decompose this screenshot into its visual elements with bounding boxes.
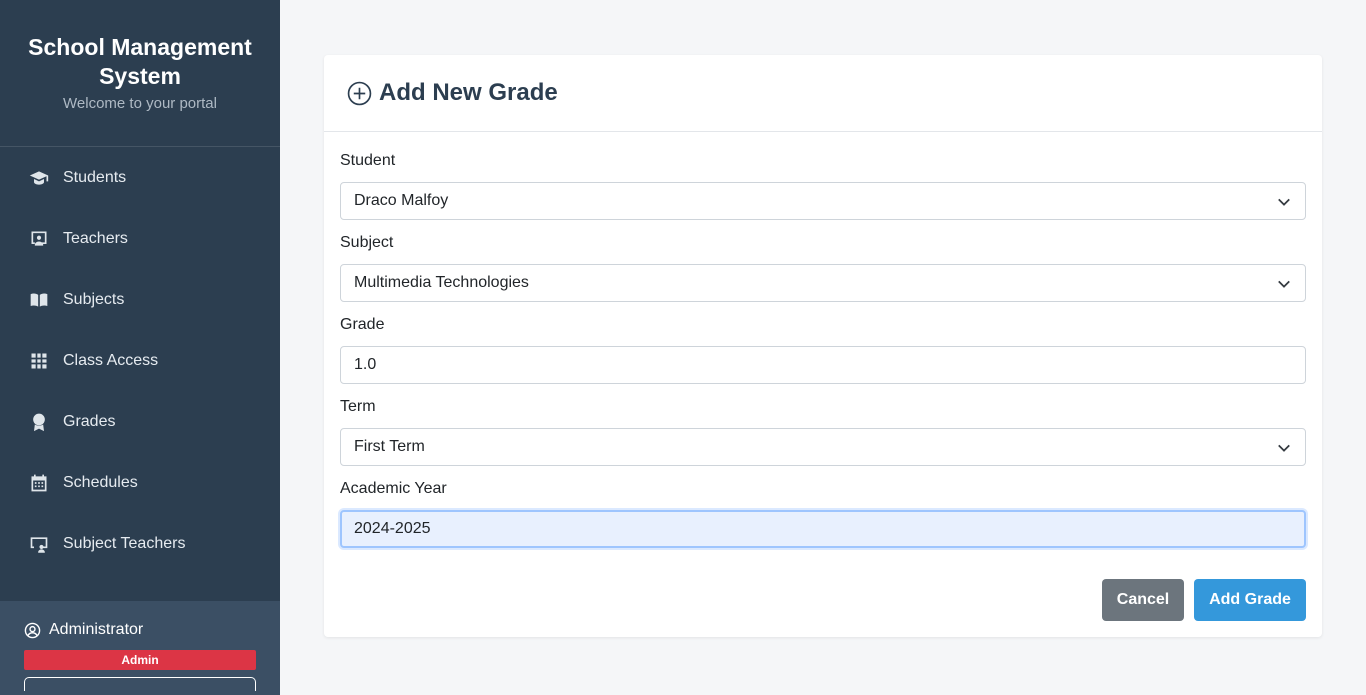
chevron-down-icon bbox=[1278, 198, 1290, 206]
term-field: Term First Term bbox=[340, 398, 1306, 466]
cancel-button[interactable]: Cancel bbox=[1102, 579, 1184, 621]
sidebar-item-students[interactable]: Students bbox=[0, 147, 280, 208]
plus-circle-icon bbox=[347, 81, 372, 105]
award-icon bbox=[28, 411, 50, 433]
sidebar-nav: Students Teachers Subjects Class Access … bbox=[0, 147, 280, 574]
academic-year-value: 2024-2025 bbox=[354, 520, 431, 537]
sidebar-item-schedules[interactable]: Schedules bbox=[0, 452, 280, 513]
grade-field: Grade 1.0 bbox=[340, 316, 1306, 384]
grid-icon bbox=[28, 350, 50, 372]
sidebar-item-label: Subject Teachers bbox=[63, 534, 186, 552]
academic-year-input[interactable]: 2024-2025 bbox=[340, 510, 1306, 548]
student-label: Student bbox=[340, 152, 396, 169]
graduation-cap-icon bbox=[28, 167, 50, 189]
academic-year-field: Academic Year 2024-2025 bbox=[340, 480, 1306, 548]
chalkboard-teacher-icon bbox=[28, 228, 50, 250]
grade-value: 1.0 bbox=[354, 356, 377, 373]
sidebar-item-grades[interactable]: Grades bbox=[0, 391, 280, 452]
app-subtitle: Welcome to your portal bbox=[63, 95, 217, 112]
role-badge: Admin bbox=[24, 650, 256, 670]
user-circle-icon bbox=[24, 622, 41, 638]
grade-input[interactable]: 1.0 bbox=[340, 346, 1306, 384]
app-title: School Management System bbox=[28, 34, 252, 89]
sidebar-item-class-access[interactable]: Class Access bbox=[0, 330, 280, 391]
subject-field: Subject Multimedia Technologies bbox=[340, 234, 1306, 302]
sidebar-item-label: Grades bbox=[63, 412, 116, 430]
book-open-icon bbox=[28, 289, 50, 311]
logout-button[interactable] bbox=[24, 677, 256, 691]
card-header: Add New Grade bbox=[324, 55, 1322, 132]
term-select[interactable]: First Term bbox=[340, 428, 1306, 466]
user-name: Administrator bbox=[49, 621, 144, 638]
user-info: Administrator bbox=[24, 621, 256, 639]
student-select[interactable]: Draco Malfoy bbox=[340, 182, 1306, 220]
academic-year-label: Academic Year bbox=[340, 480, 447, 497]
sidebar-item-label: Schedules bbox=[63, 473, 138, 491]
sidebar-item-teachers[interactable]: Teachers bbox=[0, 208, 280, 269]
sidebar-item-subject-teachers[interactable]: Subject Teachers bbox=[0, 513, 280, 574]
user-panel: Administrator Admin bbox=[0, 601, 280, 695]
monitor-user-icon bbox=[28, 533, 50, 555]
term-value: First Term bbox=[354, 438, 425, 455]
sidebar-item-label: Class Access bbox=[63, 351, 159, 369]
student-value: Draco Malfoy bbox=[354, 192, 449, 209]
chevron-down-icon bbox=[1278, 280, 1290, 288]
grade-label: Grade bbox=[340, 316, 385, 333]
subject-label: Subject bbox=[340, 234, 394, 251]
sidebar-item-label: Subjects bbox=[63, 290, 125, 308]
add-grade-card: Add New Grade Student Draco Malfoy Subje… bbox=[324, 55, 1322, 637]
sidebar-item-subjects[interactable]: Subjects bbox=[0, 269, 280, 330]
page-title: Add New Grade bbox=[379, 79, 558, 106]
sidebar-item-label: Teachers bbox=[63, 229, 128, 247]
sidebar-item-label: Students bbox=[63, 168, 127, 186]
subject-select[interactable]: Multimedia Technologies bbox=[340, 264, 1306, 302]
term-label: Term bbox=[340, 398, 376, 415]
grade-form: Student Draco Malfoy Subject Multimedia … bbox=[324, 132, 1322, 548]
student-field: Student Draco Malfoy bbox=[340, 152, 1306, 220]
sidebar: School Management System Welcome to your… bbox=[0, 0, 280, 695]
add-grade-button[interactable]: Add Grade bbox=[1194, 579, 1306, 621]
brand: School Management System Welcome to your… bbox=[0, 0, 280, 147]
calendar-icon bbox=[28, 472, 50, 494]
form-actions: Cancel Add Grade bbox=[1102, 579, 1306, 621]
subject-value: Multimedia Technologies bbox=[354, 274, 529, 291]
chevron-down-icon bbox=[1278, 444, 1290, 452]
